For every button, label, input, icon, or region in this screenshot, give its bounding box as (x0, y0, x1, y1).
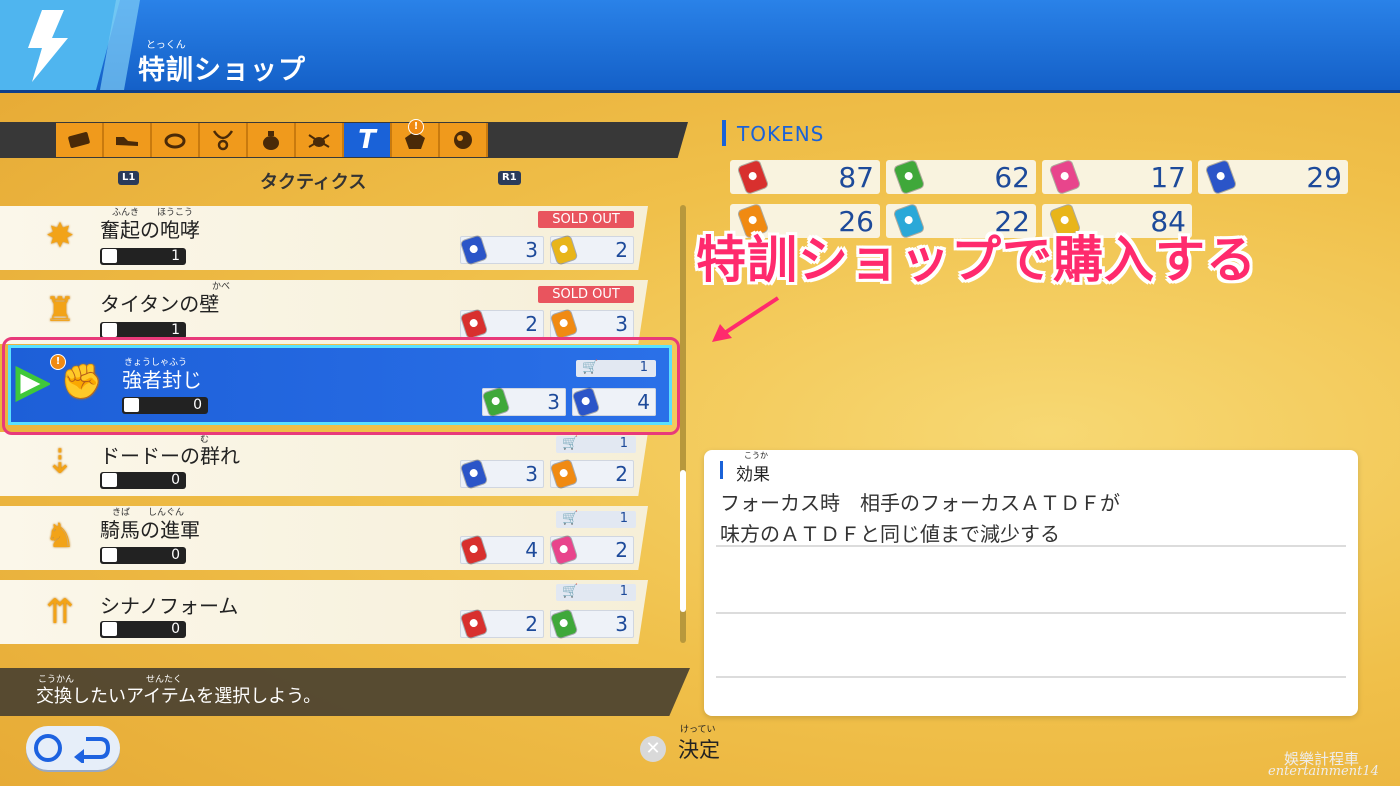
token-icon (550, 535, 578, 565)
cross-button-icon: ✕ (640, 736, 666, 762)
divider (716, 545, 1346, 547)
stock-count: 🛒 1 (556, 436, 636, 453)
pink-token-icon (1049, 160, 1081, 194)
shoe-icon (116, 137, 138, 146)
owned-count: 0 (100, 547, 186, 564)
tab-shoe[interactable] (104, 123, 152, 157)
item-name: ドードーの群れ (100, 444, 240, 468)
tab-bug[interactable] (296, 123, 344, 157)
token-icon (460, 235, 488, 265)
l1-button-hint: L1 (118, 171, 140, 185)
price-tag: 2 (550, 235, 634, 265)
tab-ticket[interactable] (56, 123, 104, 157)
price-tag: 2 (460, 309, 544, 339)
effect-title: 効果 (736, 465, 770, 485)
divider (716, 676, 1346, 678)
tab-bag[interactable] (248, 123, 296, 157)
token-balance: 29 (1198, 160, 1348, 194)
price-tag: 2 (550, 459, 634, 489)
price-tag: 3 (550, 609, 634, 639)
effect-description-line: 味方のＡＴＤＦと同じ値まで減少する (720, 522, 1060, 546)
divider (716, 612, 1346, 614)
token-icon (460, 309, 488, 339)
tokens-label: TOKENS (737, 122, 825, 146)
item-name: シナノフォーム (100, 594, 239, 618)
cart-icon: 🛒 (562, 511, 579, 526)
category-label: タクティクス (260, 172, 367, 193)
lightning-bolt-icon (28, 10, 68, 82)
tab-ball[interactable] (440, 123, 488, 157)
bag-icon (102, 323, 117, 337)
blue-token-icon (1205, 160, 1237, 194)
bug-icon (308, 134, 330, 148)
annotation-arrow-icon (712, 296, 780, 342)
tab-alert-badge: ! (408, 119, 424, 135)
cart-icon: 🛒 (562, 584, 579, 599)
confirm-button[interactable]: 決定 (678, 734, 720, 764)
effect-accent (720, 461, 723, 479)
annotation-caption: 特訓ショップで購入する (696, 231, 1257, 289)
necklace-icon (212, 130, 234, 151)
price-tag: 2 (460, 609, 544, 639)
token-icon (460, 609, 488, 639)
knight-icon: ♞ (44, 516, 76, 556)
ticket-icon (68, 132, 90, 148)
bag-icon (263, 131, 279, 150)
circle-button-icon (34, 734, 62, 762)
watermark: entertainment14 (1268, 764, 1379, 779)
tower-icon: ♜ (44, 290, 76, 330)
red-token-icon (737, 160, 769, 194)
birds-icon: ⇣ (45, 442, 75, 482)
price-tag: 4 (460, 535, 544, 565)
highlight-frame (2, 337, 680, 435)
token-icon (550, 309, 578, 339)
hint-text: 交換したいアイテムを選択しよう。 (36, 686, 322, 707)
scrollbar-thumb[interactable] (680, 470, 686, 612)
effect-description-line: フォーカス時 相手のフォーカスＡＴＤＦが (720, 491, 1120, 515)
tactics-t-icon: T (358, 125, 376, 155)
price-tag: 3 (550, 309, 634, 339)
price-tag: 3 (460, 235, 544, 265)
token-icon (460, 535, 488, 565)
price-tag: 3 (460, 459, 544, 489)
bag-icon (102, 249, 117, 263)
roar-icon: ✸ (45, 216, 75, 256)
price-tag: 2 (550, 535, 634, 565)
stock-count: 🛒 1 (556, 584, 636, 601)
cart-icon: 🛒 (562, 436, 579, 451)
token-icon (550, 235, 578, 265)
tokens-accent (722, 120, 726, 146)
arrows-up-icon: ⇈ (45, 592, 75, 632)
item-name: タイタンの壁 (100, 292, 220, 316)
token-icon (550, 459, 578, 489)
owned-count: 0 (100, 472, 186, 489)
page-title: 特訓ショップ (138, 55, 306, 86)
item-name: 騎馬の進軍 (100, 518, 200, 542)
tab-necklace[interactable] (200, 123, 248, 157)
r1-button-hint: R1 (498, 171, 521, 185)
bag-icon (102, 473, 117, 487)
token-icon (550, 609, 578, 639)
return-arrow-icon (74, 737, 111, 763)
owned-count: 1 (100, 248, 186, 265)
ring-icon (164, 133, 186, 149)
sold-out-badge: SOLD OUT (538, 286, 634, 303)
item-name: 奮起の咆哮 (100, 218, 200, 242)
sold-out-badge: SOLD OUT (538, 211, 634, 228)
green-token-icon (893, 160, 925, 194)
tab-ring[interactable] (152, 123, 200, 157)
bag-icon (102, 622, 117, 636)
tab-tactics[interactable]: T (344, 123, 392, 157)
token-icon (460, 459, 488, 489)
token-balance: 62 (886, 160, 1036, 194)
token-balance: 17 (1042, 160, 1192, 194)
owned-count: 0 (100, 621, 186, 638)
bag-icon (102, 548, 117, 562)
stock-count: 🛒 1 (556, 511, 636, 528)
ball-icon (454, 131, 472, 149)
token-balance: 87 (730, 160, 880, 194)
